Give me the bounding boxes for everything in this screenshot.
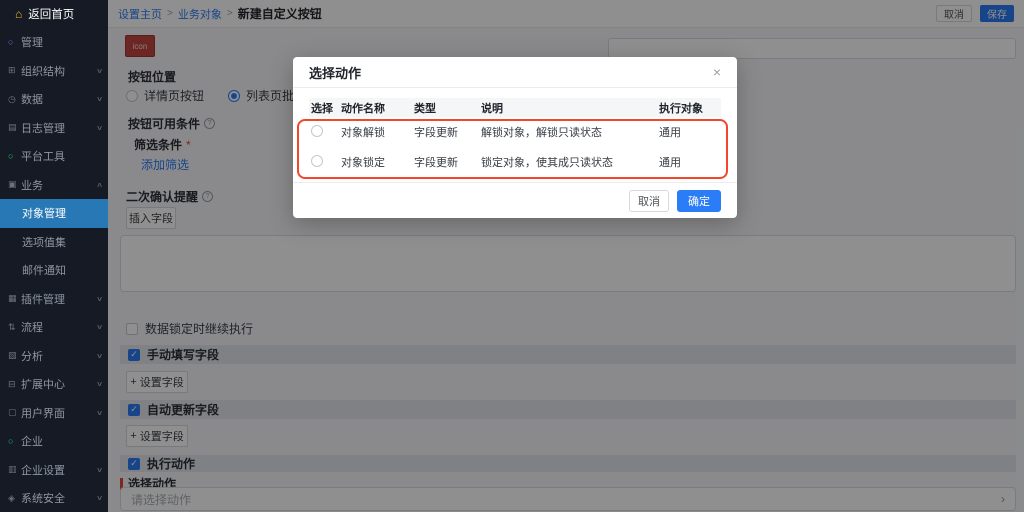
app-screen: ⌂ 返回首页 ○管理⊞组织结构∨◷数据∨▤日志管理∨○平台工具▣业务∧对象管理选… [0, 0, 1024, 512]
lock-icon: ◈ [8, 493, 21, 504]
sidebar-item-label: 选项值集 [22, 234, 66, 250]
sidebar-item-label: 企业设置 [21, 462, 65, 478]
circle-icon: ○ [8, 151, 21, 161]
chevron-down-icon: ∨ [96, 124, 103, 132]
row-radio-unlock[interactable] [311, 125, 323, 137]
action-name: 对象锁定 [339, 147, 412, 177]
plugin-icon: ▦ [8, 293, 21, 304]
col-select: 选择 [309, 98, 339, 117]
table-row: 对象锁定 字段更新 锁定对象，使其成只读状态 通用 [309, 147, 721, 177]
extension-icon: ⊟ [8, 379, 21, 390]
sidebar-item-user-interface[interactable]: ▢用户界面 ∨ [0, 399, 108, 428]
sidebar-item-org-structure[interactable]: ⊞组织结构 ∨ [0, 57, 108, 86]
sidebar-item-enterprise[interactable]: ○企业 [0, 427, 108, 456]
chevron-down-icon: ∨ [96, 95, 103, 103]
sidebar-item-label: 管理 [21, 34, 43, 50]
modal-ok-button[interactable]: 确定 [677, 190, 721, 212]
sidebar-item-object-management[interactable]: 对象管理 [0, 199, 108, 228]
sidebar-item-email-notification[interactable]: 邮件通知 [0, 256, 108, 285]
sidebar-item-label: 平台工具 [21, 148, 65, 164]
chevron-down-icon: ∨ [96, 352, 103, 360]
sidebar-item-system-security[interactable]: ◈系统安全 ∨ [0, 484, 108, 512]
action-type: 字段更新 [412, 147, 479, 177]
sidebar-item-label: 对象管理 [22, 205, 66, 221]
close-icon[interactable]: × [713, 65, 721, 79]
table-header-row: 选择 动作名称 类型 说明 执行对象 [309, 98, 721, 117]
sidebar-item-data[interactable]: ◷数据 ∨ [0, 85, 108, 114]
chevron-up-icon: ∧ [96, 181, 103, 189]
sidebar-item-label: 插件管理 [21, 291, 65, 307]
org-icon: ⊞ [8, 65, 21, 76]
clock-icon: ◷ [8, 94, 21, 105]
sidebar-item-label: 用户界面 [21, 405, 65, 421]
chevron-down-icon: ∨ [96, 295, 103, 303]
sidebar-item-enterprise-settings[interactable]: ▥企业设置 ∨ [0, 456, 108, 485]
ui-icon: ▢ [8, 407, 21, 418]
sidebar-item-label: 系统安全 [21, 490, 65, 506]
action-type: 字段更新 [412, 117, 479, 147]
sidebar-item-label: 组织结构 [21, 63, 65, 79]
modal-cancel-button[interactable]: 取消 [629, 190, 669, 212]
action-target: 通用 [657, 117, 721, 147]
flow-icon: ⇅ [8, 322, 21, 333]
chevron-down-icon: ∨ [96, 494, 103, 502]
sidebar-home-link[interactable]: ⌂ 返回首页 [0, 0, 108, 28]
chevron-down-icon: ∨ [96, 323, 103, 331]
action-description: 解锁对象，解锁只读状态 [479, 117, 657, 147]
building-icon: ▥ [8, 464, 21, 475]
home-icon: ⌂ [15, 7, 22, 21]
chevron-down-icon: ∨ [96, 67, 103, 75]
chart-icon: ▧ [8, 350, 21, 361]
col-type: 类型 [412, 98, 479, 117]
sidebar-item-analysis[interactable]: ▧分析 ∨ [0, 342, 108, 371]
sidebar-item-platform-tools[interactable]: ○平台工具 [0, 142, 108, 171]
sidebar-item-label: 邮件通知 [22, 262, 66, 278]
sidebar-item-label: 流程 [21, 319, 43, 335]
col-description: 说明 [479, 98, 657, 117]
sidebar-item-log-management[interactable]: ▤日志管理 ∨ [0, 114, 108, 143]
sidebar-nav: ○管理⊞组织结构∨◷数据∨▤日志管理∨○平台工具▣业务∧对象管理选项值集邮件通知… [0, 28, 108, 512]
sidebar-home-label: 返回首页 [28, 6, 74, 22]
chevron-down-icon: ∨ [96, 466, 103, 474]
log-icon: ▤ [8, 122, 21, 133]
modal-footer: 取消 确定 [293, 182, 737, 218]
action-table: 选择 动作名称 类型 说明 执行对象 对象解锁 字段更新 解锁对象，解锁只读状态… [309, 98, 721, 177]
sidebar-item-management[interactable]: ○管理 [0, 28, 108, 57]
circle-icon: ○ [8, 436, 21, 446]
action-description: 锁定对象，使其成只读状态 [479, 147, 657, 177]
action-target: 通用 [657, 147, 721, 177]
sidebar-item-label: 分析 [21, 348, 43, 364]
sidebar-item-business[interactable]: ▣业务 ∧ [0, 171, 108, 200]
sidebar-item-workflow[interactable]: ⇅流程 ∨ [0, 313, 108, 342]
sidebar-item-label: 业务 [21, 177, 43, 193]
sidebar-item-label: 数据 [21, 91, 43, 107]
col-target: 执行对象 [657, 98, 721, 117]
col-action-name: 动作名称 [339, 98, 412, 117]
sidebar: ⌂ 返回首页 ○管理⊞组织结构∨◷数据∨▤日志管理∨○平台工具▣业务∧对象管理选… [0, 0, 108, 512]
circle-icon: ○ [8, 37, 21, 47]
modal-header: 选择动作 × [293, 57, 737, 88]
chevron-down-icon: ∨ [96, 380, 103, 388]
sidebar-item-plugin-management[interactable]: ▦插件管理 ∨ [0, 285, 108, 314]
sidebar-item-label: 日志管理 [21, 120, 65, 136]
sidebar-item-extension-center[interactable]: ⊟扩展中心 ∨ [0, 370, 108, 399]
sidebar-item-label: 扩展中心 [21, 376, 65, 392]
select-action-modal: 选择动作 × 选择 动作名称 类型 说明 执行对象 对象解锁 字段更新 解锁 [293, 57, 737, 218]
sidebar-item-label: 企业 [21, 433, 43, 449]
row-radio-lock[interactable] [311, 155, 323, 167]
modal-title: 选择动作 [309, 63, 361, 82]
sidebar-item-option-value-set[interactable]: 选项值集 [0, 228, 108, 257]
table-row: 对象解锁 字段更新 解锁对象，解锁只读状态 通用 [309, 117, 721, 147]
chevron-down-icon: ∨ [96, 409, 103, 417]
action-name: 对象解锁 [339, 117, 412, 147]
briefcase-icon: ▣ [8, 179, 21, 190]
